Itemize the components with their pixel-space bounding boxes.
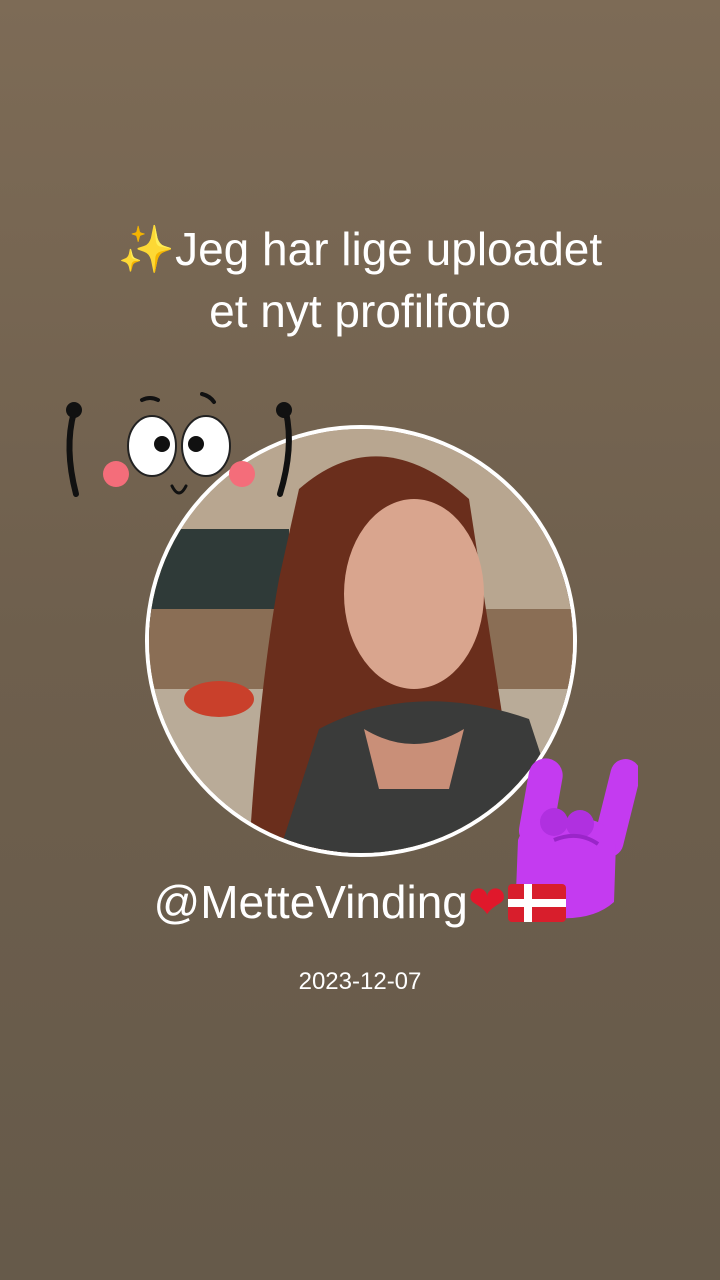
- post-date: 2023-12-07: [298, 968, 422, 995]
- heart-icon: ❤: [467, 876, 507, 928]
- sparkle-icon: ✨: [117, 223, 176, 275]
- headline-line-1: ✨Jeg har lige uploadet: [40, 218, 680, 280]
- profile-handle[interactable]: @MetteVinding: [154, 876, 468, 928]
- headline: ✨Jeg har lige uploadet et nyt profilfoto: [40, 218, 680, 342]
- cute-face-sticker: [66, 392, 292, 497]
- headline-text-2: et nyt profilfoto: [209, 285, 511, 337]
- profile-handle-line: @MetteVinding❤: [0, 872, 720, 932]
- headline-text-1: Jeg har lige uploadet: [175, 223, 603, 275]
- denmark-flag-icon: [508, 884, 567, 922]
